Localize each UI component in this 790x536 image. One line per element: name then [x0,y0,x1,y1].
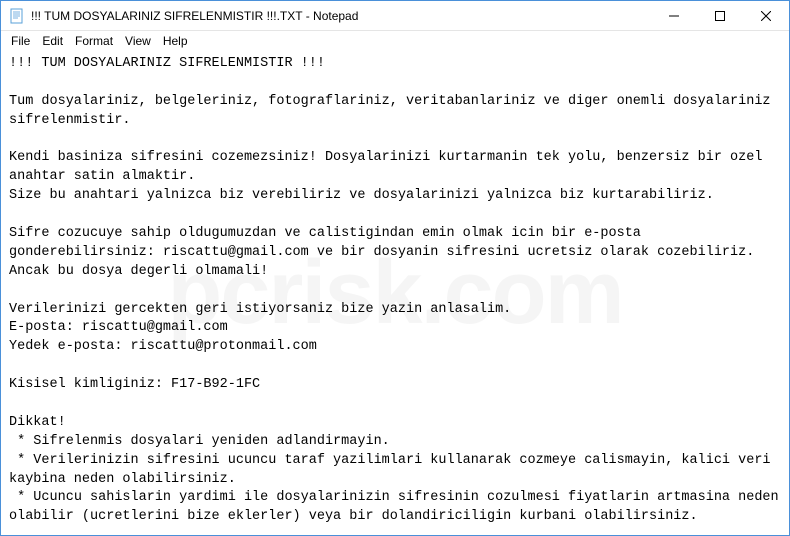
close-button[interactable] [743,1,789,30]
window-controls [651,1,789,30]
close-icon [761,11,771,21]
minimize-button[interactable] [651,1,697,30]
menu-format[interactable]: Format [69,32,119,50]
menu-file[interactable]: File [5,32,36,50]
minimize-icon [669,11,679,21]
menu-edit[interactable]: Edit [36,32,69,50]
text-area[interactable]: pcrisk.com!!! TUM DOSYALARINIZ SIFRELENM… [1,51,789,535]
window-title: !!! TUM DOSYALARINIZ SIFRELENMISTIR !!!.… [31,9,651,23]
menu-view[interactable]: View [119,32,157,50]
titlebar[interactable]: !!! TUM DOSYALARINIZ SIFRELENMISTIR !!!.… [1,1,789,31]
menubar: File Edit Format View Help [1,31,789,51]
notepad-icon [9,8,25,24]
menu-help[interactable]: Help [157,32,194,50]
notepad-window: !!! TUM DOSYALARINIZ SIFRELENMISTIR !!!.… [0,0,790,536]
document-text: !!! TUM DOSYALARINIZ SIFRELENMISTIR !!! … [9,56,787,524]
maximize-icon [715,11,725,21]
maximize-button[interactable] [697,1,743,30]
